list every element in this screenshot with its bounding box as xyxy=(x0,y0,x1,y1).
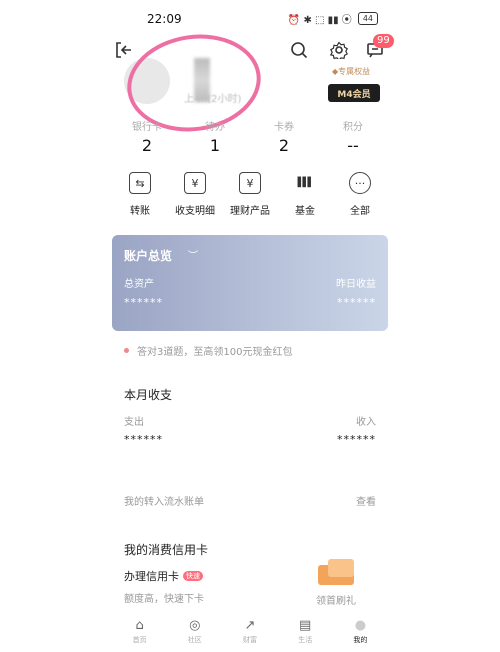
vip-benefit-link[interactable]: ◆专属权益 xyxy=(332,66,370,77)
account-overview-card[interactable]: 账户总览 ︶ 总资产 昨日收益 ****** ****** xyxy=(112,235,388,331)
yesterday-income-label: 昨日收益 xyxy=(336,279,376,290)
menu-transfer[interactable]: ⇆ 转账 xyxy=(110,172,170,217)
transfer-bill-label: 我的转入流水账单 xyxy=(124,497,204,508)
stat-label: 积分 xyxy=(343,122,363,133)
tab-label: 生活 xyxy=(298,636,313,644)
logout-icon[interactable] xyxy=(112,39,134,61)
tab-label: 财富 xyxy=(243,636,257,644)
gear-icon[interactable] xyxy=(328,39,350,61)
promo-banner[interactable]: 答对3道题，至高领100元现金红包 xyxy=(124,343,292,358)
status-icons: ⏰ ✱ ⬚ ▮▮ ⦿ 44 xyxy=(288,11,378,26)
transfer-icon: ⇆ xyxy=(129,172,151,194)
stat-coupons[interactable]: 卡券 2 xyxy=(259,118,309,155)
community-icon: ◎ xyxy=(189,617,201,633)
notification-badge: 99 xyxy=(373,34,394,48)
monthly-title: 本月收支 xyxy=(124,388,173,402)
menu-label: 收支明细 xyxy=(175,206,215,217)
search-icon[interactable] xyxy=(288,39,310,61)
status-time: 22:09 xyxy=(147,12,182,26)
bottom-tab-bar: ⌂ 首页 ◎ 社区 ↗ 财富 ▤ 生活 ● 我的 xyxy=(112,614,388,652)
tab-label: 社区 xyxy=(187,636,202,644)
overview-title: 账户总览 xyxy=(124,249,173,263)
menu-label: 理财产品 xyxy=(230,206,270,217)
view-link[interactable]: 查看 xyxy=(356,493,376,508)
total-assets-value: ****** xyxy=(124,296,163,309)
menu-fund[interactable]: ▌▌▌ 基金 xyxy=(275,172,335,217)
stat-label: 待办 xyxy=(205,122,225,133)
stat-label: 银行卡 xyxy=(132,122,162,133)
tab-mine[interactable]: ● 我的 xyxy=(333,614,388,652)
tab-life[interactable]: ▤ 生活 xyxy=(278,614,333,652)
stat-value: -- xyxy=(347,136,359,155)
menu-statements[interactable]: ¥ 收支明细 xyxy=(165,172,225,217)
credit-card-title: 我的消费信用卡 xyxy=(124,543,209,557)
income-value: ****** xyxy=(337,433,376,446)
total-assets-label: 总资产 xyxy=(124,279,154,290)
status-bar: 22:09 ⏰ ✱ ⬚ ▮▮ ⦿ 44 xyxy=(0,0,500,34)
tab-community[interactable]: ◎ 社区 xyxy=(167,614,222,652)
menu-all[interactable]: ··· 全部 xyxy=(330,172,390,217)
apply-label: 办理信用卡 xyxy=(124,570,179,583)
stat-value: 2 xyxy=(141,136,153,155)
menu-label: 全部 xyxy=(350,206,370,217)
credit-desc: 额度高，快速下卡 xyxy=(124,594,204,605)
more-icon: ··· xyxy=(349,172,371,194)
apply-credit-card[interactable]: 办理信用卡 快速 xyxy=(124,568,203,584)
gift-card-front-icon xyxy=(328,559,354,577)
profile-icon: ● xyxy=(354,617,367,633)
life-icon: ▤ xyxy=(299,617,312,633)
home-icon: ⌂ xyxy=(135,617,144,633)
promo-text: 答对3道题，至高领100元现金红包 xyxy=(137,347,293,358)
member-level-button[interactable]: M4会员 xyxy=(328,84,380,102)
yesterday-income-value: ****** xyxy=(337,296,376,309)
tab-label: 我的 xyxy=(353,636,368,644)
bar-chart-icon: ▌▌▌ xyxy=(297,178,315,188)
battery-icon: 44 xyxy=(357,12,378,25)
tab-label: 首页 xyxy=(132,636,147,644)
menu-label: 转账 xyxy=(130,206,150,217)
expense-value: ****** xyxy=(124,433,163,446)
stat-points[interactable]: 积分 -- xyxy=(328,118,378,155)
eye-closed-icon[interactable]: ︶ xyxy=(188,247,198,262)
stat-todo[interactable]: 待办 1 xyxy=(190,118,240,155)
fast-tag: 快速 xyxy=(183,571,203,581)
bullet-dot xyxy=(124,348,129,353)
menu-label: 基金 xyxy=(295,206,315,217)
stat-bank-cards[interactable]: 银行卡 2 xyxy=(122,118,172,155)
stat-value: 2 xyxy=(278,136,290,155)
stat-label: 卡券 xyxy=(274,122,294,133)
status-icons-glyphs: ⏰ ✱ ⬚ ▮▮ ⦿ xyxy=(287,15,352,26)
finance-icon: ¥ xyxy=(239,172,261,194)
menu-finance[interactable]: ¥ 理财产品 xyxy=(220,172,280,217)
tab-home[interactable]: ⌂ 首页 xyxy=(112,614,167,652)
stat-value: 1 xyxy=(209,136,221,155)
income-label: 收入 xyxy=(356,417,376,428)
wealth-icon: ↗ xyxy=(244,617,256,633)
receipt-icon: ¥ xyxy=(184,172,206,194)
first-swipe-gift[interactable]: 领首刷礼 xyxy=(316,592,356,607)
tab-wealth[interactable]: ↗ 财富 xyxy=(222,614,277,652)
expense-label: 支出 xyxy=(124,417,144,428)
